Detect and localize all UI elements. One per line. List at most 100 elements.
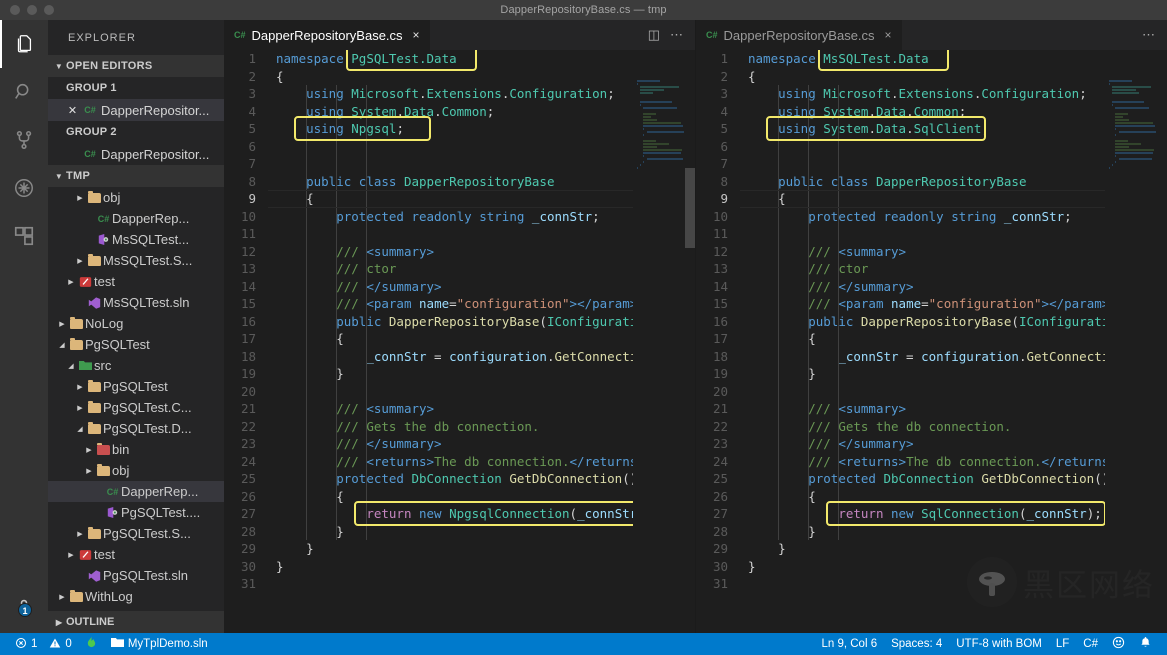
more-actions-icon[interactable]: ⋯ — [1142, 27, 1155, 43]
status-indentation[interactable]: Spaces: 4 — [884, 633, 949, 655]
tree-item[interactable]: ▶NoLog — [48, 313, 224, 334]
code-token: name — [891, 296, 921, 311]
code-text: public DapperRepositoryBase(IConfigurati… — [740, 313, 1167, 331]
line-number: 16 — [224, 313, 268, 331]
minimap-line — [1115, 146, 1128, 148]
activity-source-control[interactable] — [0, 116, 48, 164]
minimap-line — [643, 146, 656, 148]
folder-header[interactable]: ▼ TMP — [48, 165, 224, 187]
tree-item[interactable]: ▶obj — [48, 187, 224, 208]
code-token — [276, 121, 306, 136]
tree-item[interactable]: ▶obj — [48, 460, 224, 481]
code-token — [276, 506, 366, 521]
status-problems[interactable]: 1 0 — [8, 633, 79, 655]
code-token: class — [359, 174, 397, 189]
tree-item[interactable]: ▶bin — [48, 439, 224, 460]
code-line: 10 protected readonly string _connStr; — [224, 208, 695, 226]
indent-guide — [306, 85, 307, 540]
more-actions-icon[interactable]: ⋯ — [670, 27, 683, 43]
status-right: Ln 9, Col 6 Spaces: 4 UTF-8 with BOM LF … — [814, 633, 1167, 655]
code-token: name — [419, 296, 449, 311]
tree-item[interactable]: ▶test — [48, 271, 224, 292]
line-number: 23 — [224, 435, 268, 453]
open-editors-header[interactable]: ▼ OPEN EDITORS — [48, 55, 224, 77]
minimap-line — [1115, 152, 1153, 154]
code-editor-left[interactable]: 1namespace PgSQLTest.Data2{3 using Micro… — [224, 50, 695, 633]
split-editor-icon[interactable]: ◫ — [648, 27, 660, 43]
tree-item[interactable]: ▶MsSQLTest.S... — [48, 250, 224, 271]
status-eol[interactable]: LF — [1049, 633, 1076, 655]
minimap-line — [1112, 89, 1136, 91]
code-token: _connStr — [838, 349, 898, 364]
code-token: <summary> — [838, 401, 906, 416]
minimap-left[interactable] — [633, 80, 695, 633]
minimap-right[interactable] — [1105, 80, 1167, 633]
tree-item[interactable]: MsSQLTest... — [48, 229, 224, 250]
tab-dapperrepositorybase-left[interactable]: C# DapperRepositoryBase.cs × — [224, 20, 430, 50]
tree-item[interactable]: ◢PgSQLTest.D... — [48, 418, 224, 439]
code-token: ); — [1087, 506, 1102, 521]
status-cursor-position[interactable]: Ln 9, Col 6 — [814, 633, 884, 655]
line-number: 14 — [224, 278, 268, 296]
activity-explorer[interactable] — [0, 20, 48, 68]
tree-item[interactable]: PgSQLTest.sln — [48, 565, 224, 586]
tree-item[interactable]: C#DapperRep... — [48, 481, 224, 502]
tree-item[interactable]: ▶PgSQLTest — [48, 376, 224, 397]
code-token: > — [1042, 296, 1050, 311]
activity-search[interactable] — [0, 68, 48, 116]
status-language-mode[interactable]: C# — [1076, 633, 1105, 655]
tree-item[interactable]: ▶PgSQLTest.S... — [48, 523, 224, 544]
tree-item[interactable]: PgSQLTest.... — [48, 502, 224, 523]
activity-manage[interactable]: 1 — [0, 589, 48, 621]
code-text: } — [268, 365, 695, 383]
minimap-line — [1112, 92, 1139, 94]
code-line: 24 /// <returns>The db connection.</retu… — [224, 453, 695, 471]
code-line: 17 { — [224, 330, 695, 348]
code-line: 25 protected DbConnection GetDbConnectio… — [696, 470, 1167, 488]
code-line: 19 } — [224, 365, 695, 383]
chevron-down-icon: ▼ — [52, 172, 66, 181]
code-token: . — [906, 121, 914, 136]
code-line: 26 { — [696, 488, 1167, 506]
close-icon[interactable]: × — [413, 28, 420, 42]
line-number: 16 — [696, 313, 740, 331]
code-text: public class DapperRepositoryBase — [268, 173, 695, 191]
code-token: Data — [404, 104, 434, 119]
code-token — [748, 104, 778, 119]
tree-item[interactable]: C#DapperRep... — [48, 208, 224, 229]
status-notifications[interactable] — [1132, 633, 1159, 655]
code-token: { — [336, 331, 344, 346]
minimap-line — [1119, 131, 1156, 133]
tree-item[interactable]: MsSQLTest.sln — [48, 292, 224, 313]
code-token: /// — [336, 279, 366, 294]
open-editor-item[interactable]: C#DapperRepositor... — [48, 143, 224, 165]
scrollbar-left — [685, 168, 695, 248]
open-editor-item[interactable]: ✕C#DapperRepositor... — [48, 99, 224, 121]
code-token: /// — [336, 244, 366, 259]
tab-dapperrepositorybase-right[interactable]: C# DapperRepositoryBase.cs × — [696, 20, 902, 50]
code-editor-right[interactable]: 1namespace MsSQLTest.Data2{3 using Micro… — [696, 50, 1167, 633]
tree-item[interactable]: ◢src — [48, 355, 224, 376]
activity-run-debug[interactable] — [0, 164, 48, 212]
code-line: 11 — [696, 225, 1167, 243]
status-feedback[interactable] — [1105, 633, 1132, 655]
status-solution[interactable]: MyTplDemo.sln — [104, 633, 215, 655]
tree-item[interactable]: ◢PgSQLTest — [48, 334, 224, 355]
code-token: . — [906, 104, 914, 119]
status-encoding[interactable]: UTF-8 with BOM — [949, 633, 1049, 655]
code-token: public — [336, 314, 381, 329]
tree-item[interactable]: ▶test — [48, 544, 224, 565]
tree-item[interactable]: ▶PgSQLTest.C... — [48, 397, 224, 418]
chevron-right-icon: ▶ — [74, 194, 86, 202]
close-icon[interactable]: × — [885, 28, 892, 42]
status-flame[interactable] — [79, 633, 104, 655]
activity-extensions[interactable] — [0, 212, 48, 260]
code-line: 21 /// <summary> — [696, 400, 1167, 418]
code-token: . — [891, 86, 899, 101]
close-icon[interactable]: ✕ — [66, 104, 79, 117]
code-token — [748, 191, 778, 206]
tree-item[interactable]: ▶WithLog — [48, 586, 224, 607]
outline-header[interactable]: ▶ OUTLINE — [48, 611, 224, 633]
code-line: 2{ — [224, 68, 695, 86]
code-token — [276, 174, 306, 189]
